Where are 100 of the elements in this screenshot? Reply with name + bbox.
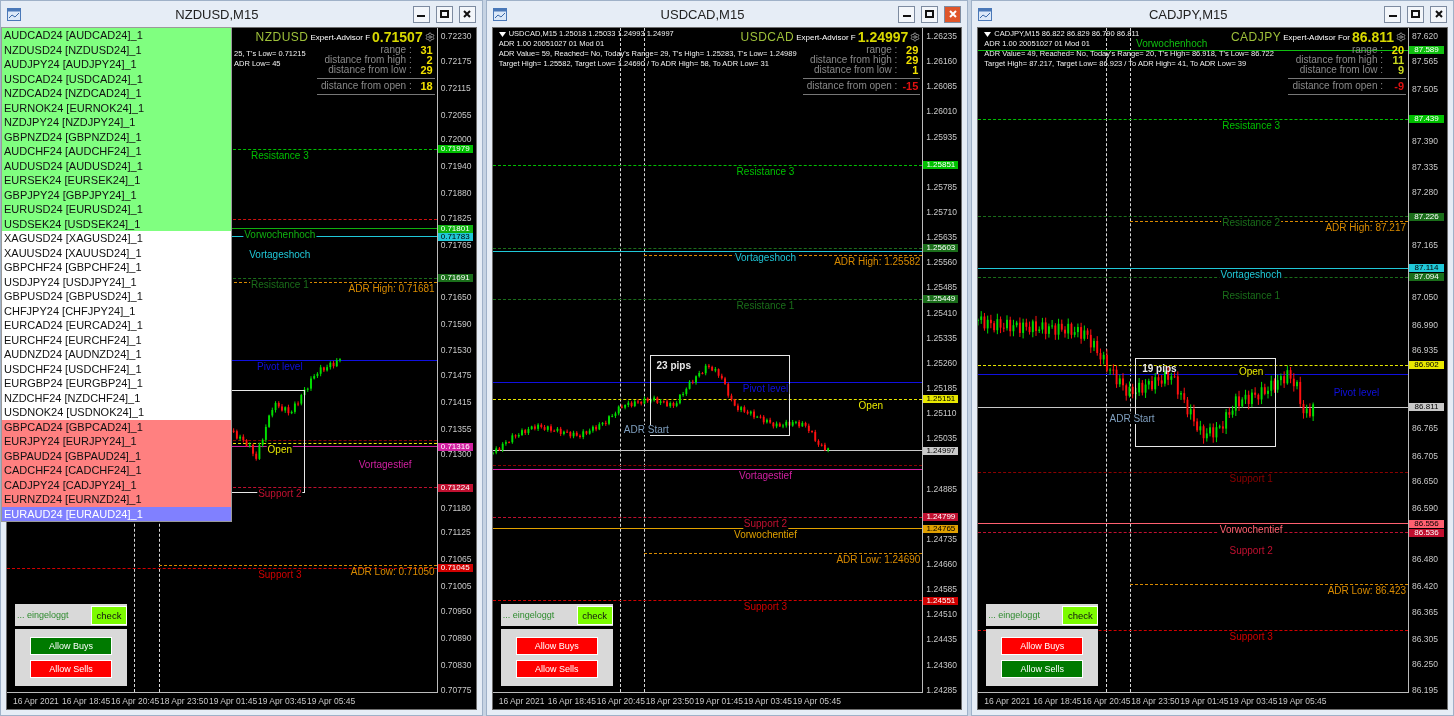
level-label: Resistance 1 (1221, 290, 1282, 301)
price-tick-label: 1.26160 (926, 57, 958, 65)
price-tick-label: 86.365 (1412, 608, 1438, 616)
time-tick-label: 16 Apr 20:45 (1082, 696, 1132, 706)
price-tag: 87.094 (1409, 273, 1444, 282)
price-tag: 1.24551 (923, 596, 959, 605)
stat-value: -15 (901, 79, 919, 93)
price-tick-label: 1.25110 (926, 409, 957, 417)
level-label: Resistance 3 (249, 150, 310, 161)
price-tick-label: 86.990 (1412, 321, 1438, 329)
pips-label: 23 pips (656, 360, 691, 371)
symbol-list-item[interactable]: NZDJPY24 [NZDJPY24]_1 (2, 115, 231, 130)
price-tick-label: 0.71065 (440, 555, 472, 563)
price-tick-label: 0.71005 (440, 582, 472, 590)
price-tag: 86.811 (1409, 403, 1444, 412)
price-tick-label: 1.24735 (926, 535, 958, 543)
price-tick-label: 87.390 (1412, 138, 1438, 145)
price-tick-label: 87.620 (1412, 32, 1438, 40)
level-label: Resistance 3 (1221, 120, 1282, 131)
symbol-label: NZDUSD (255, 30, 309, 44)
time-tick-label: 16 Apr 20:45 (111, 696, 160, 706)
adr-label: ADR High: 87.217 (1325, 222, 1406, 233)
level-label: Vortagestief (357, 460, 413, 470)
symbol-list-item[interactable]: EURSEK24 [EURSEK24]_1 (2, 173, 231, 188)
price-tick-label: 87.565 (1412, 57, 1438, 65)
level-label: Resistance 2 (1221, 218, 1282, 229)
level-label: Vortagestief (738, 471, 793, 482)
price-tick-label: 0.71650 (440, 293, 472, 301)
expert-advisor-label: Expert-Advisor F (796, 32, 856, 42)
price-tick-label: 1.25560 (926, 258, 958, 266)
price-tick-label: 0.71125 (440, 528, 471, 536)
level-label: Vorwochenhoch (1135, 39, 1209, 50)
check-button[interactable]: check (91, 605, 127, 625)
price-tag: 1.24997 (923, 447, 959, 455)
stat-value: 9 (1396, 65, 1404, 75)
level-label: Vorwochentief (1218, 525, 1284, 536)
allow-trade-button[interactable]: Allow Buys (515, 637, 598, 655)
price-tick-label: 0.71415 (440, 398, 472, 406)
level-label: Support 3 (257, 569, 303, 580)
level-label: Pivot level (1332, 388, 1381, 398)
price-tick-label: 87.050 (1412, 293, 1438, 301)
check-button[interactable]: check (1062, 605, 1099, 625)
level-label: Support 3 (742, 601, 789, 612)
price-tick-label: 1.24660 (926, 560, 958, 568)
allow-trade-button[interactable]: Allow Sells (1001, 660, 1084, 678)
price-tick-label: 87.280 (1412, 188, 1438, 196)
adr-label: ADR High: 0.71681 (348, 284, 435, 295)
price-tick-label: 1.25710 (926, 208, 958, 216)
adr-label: ADR High: 1.25582 (834, 256, 921, 267)
price-tick-label: 86.590 (1412, 504, 1438, 512)
stat-value: 2 (425, 55, 433, 65)
symbol-list-item[interactable]: CADCHF24 [CADCHF24]_1 (2, 463, 231, 478)
symbol-list-item[interactable]: EURNZD24 [EURNZD24]_1 (2, 492, 231, 507)
time-tick-label: 19 Apr 03:45 (1229, 696, 1279, 706)
stat-label: distance from low : (1299, 65, 1383, 75)
stat-value: 11 (1391, 55, 1404, 65)
time-tick-label: 19 Apr 01:45 (209, 696, 258, 706)
stat-label: distance from open : (321, 79, 412, 93)
time-tick-label: 18 Apr 23:50 (1131, 696, 1181, 706)
time-tick-label: 18 Apr 23:50 (645, 696, 695, 706)
price-tick-label: 86.765 (1412, 424, 1438, 432)
allow-trade-button[interactable]: Allow Buys (30, 637, 112, 655)
price-tick-label: 1.24885 (926, 485, 958, 493)
price-tick-label: 0.71940 (440, 162, 472, 170)
price-tag: 87.226 (1409, 212, 1444, 221)
stat-label: range : (380, 45, 412, 55)
check-button[interactable]: check (576, 605, 613, 625)
adr-label: ADR Low: 1.24690 (836, 555, 921, 566)
level-label: Vorwochentief (733, 530, 798, 540)
symbol-list-item[interactable]: EURJPY24 [EURJPY24]_1 (2, 434, 231, 449)
symbol-list-item[interactable]: NZDCAD24 [NZDCAD24]_1 (2, 86, 231, 101)
price-tick-label: 1.25785 (926, 183, 958, 191)
time-tick-label: 18 Apr 23:50 (160, 696, 209, 706)
level-label: Open (1237, 366, 1265, 377)
login-status-text: ... eingeloggt (17, 610, 69, 620)
level-label: Support 2 (1228, 546, 1274, 557)
price-tag: 87.114 (1409, 264, 1444, 273)
price-tick-label: 0.72115 (440, 84, 471, 92)
price-tag: 86.902 (1409, 361, 1444, 370)
allow-trade-button[interactable]: Allow Sells (515, 660, 598, 678)
price-tick-label: 1.24435 (926, 635, 958, 643)
stat-value: 29 (905, 55, 919, 65)
symbol-list-item[interactable]: AUDCAD24 [AUDCAD24]_1 (2, 28, 231, 43)
time-tick-label: 19 Apr 03:45 (743, 696, 793, 706)
price-tag: 1.24799 (923, 513, 959, 522)
level-label: Resistance 3 (735, 166, 796, 177)
price-tick-label: 1.25410 (926, 309, 958, 317)
symbol-list-item[interactable]: EURUSD24 [EURUSD24]_1 (2, 202, 231, 217)
adr-start-label: ADR Start (622, 424, 670, 435)
symbol-list-item[interactable]: AUDJPY24 [AUDJPY24]_1 (2, 57, 231, 72)
price-tick-label: 0.70775 (440, 686, 472, 694)
adr-start-label: ADR Start (1108, 413, 1156, 424)
price-tick-label: 0.71765 (440, 241, 472, 249)
price-tick-label: 86.420 (1412, 582, 1438, 590)
price-tag: 0.71316 (437, 442, 473, 451)
window-title: CADJPY,M15 (1147, 6, 1229, 22)
level-label: Support 2 (742, 518, 789, 529)
allow-trade-button[interactable]: Allow Buys (1001, 637, 1084, 655)
symbol-list-item[interactable]: AUDCHF24 [AUDCHF24]_1 (2, 144, 231, 159)
allow-trade-button[interactable]: Allow Sells (30, 660, 112, 678)
